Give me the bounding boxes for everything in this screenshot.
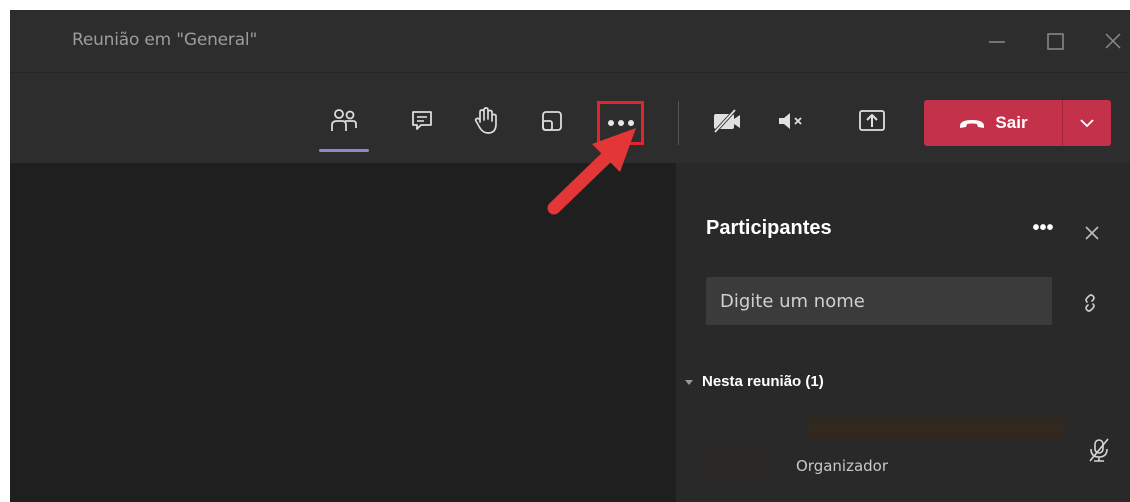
people-icon [331,109,357,131]
maximize-icon [1047,33,1064,50]
panel-close-button[interactable] [1080,221,1104,245]
active-tab-indicator [319,149,369,152]
window-title: Reunião em "General" [72,30,258,50]
chat-icon [412,111,432,130]
maximize-button[interactable] [1038,24,1072,58]
hang-up-icon [960,120,985,128]
share-screen-icon [859,110,885,131]
participant-row[interactable]: Organizador [702,413,1122,481]
share-invite-link-button[interactable] [1076,289,1104,317]
leave-button[interactable]: Sair [924,100,1062,146]
participants-panel: Participantes ••• Nesta reunião (1) Orga… [676,163,1130,502]
leave-button-group: Sair [924,100,1111,146]
section-label: Nesta reunião (1) [702,373,824,390]
minimize-icon [989,41,1005,43]
camera-off-icon [712,107,740,135]
avatar [708,443,770,479]
participant-role: Organizador [796,457,889,475]
panel-title: Participantes [706,217,832,239]
caret-down-icon [685,379,693,385]
camera-button[interactable] [707,101,747,141]
raise-hand-button[interactable] [465,101,505,141]
participant-search-input[interactable] [706,277,1052,325]
chat-button[interactable] [402,101,442,141]
close-icon [1085,226,1099,240]
title-bar: Reunião em "General" [10,10,1130,73]
minimize-button[interactable] [980,24,1014,58]
in-meeting-section-header[interactable]: Nesta reunião (1) [684,373,824,390]
share-screen-button[interactable] [852,101,892,141]
link-icon [1085,294,1095,312]
raise-hand-icon [474,107,497,134]
microphone-button[interactable] [771,101,811,141]
toolbar-divider [678,101,679,145]
mic-off-icon [1089,438,1109,462]
close-window-button[interactable] [1096,24,1130,58]
teams-meeting-window: Reunião em "General" Sair Participantes … [10,10,1130,502]
participants-button[interactable] [324,101,364,141]
panel-more-options-button[interactable]: ••• [1028,217,1058,247]
close-icon [1105,33,1121,49]
annotation-arrow-icon [547,128,636,215]
leave-options-button[interactable] [1063,100,1111,146]
leave-button-label: Sair [995,113,1028,132]
mic-muted-icon [779,113,802,129]
chevron-down-icon [1080,119,1094,128]
participant-name-redacted [808,417,1066,439]
participant-mic-button[interactable] [1086,437,1112,463]
